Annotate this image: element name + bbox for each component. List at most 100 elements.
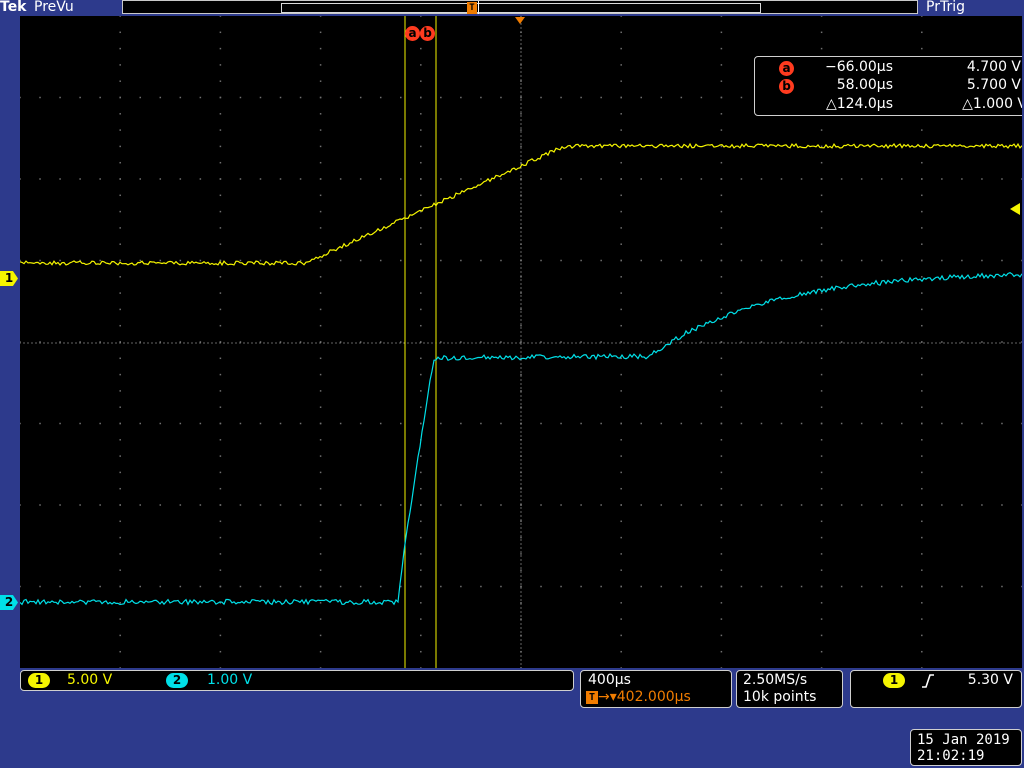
graticule-dot: [580, 260, 582, 262]
graticule-dot: [981, 423, 983, 425]
graticule-dot: [520, 603, 521, 604]
graticule-dot: [599, 342, 600, 343]
graticule-dot: [520, 395, 521, 396]
graticule-dot: [520, 113, 522, 115]
graticule-dot: [791, 342, 792, 343]
graticule-dot: [160, 423, 162, 425]
graticule-dot: [520, 43, 521, 44]
graticule-dot: [661, 260, 663, 262]
graticule-dot: [280, 97, 282, 99]
trigger-level-marker[interactable]: [1010, 203, 1020, 215]
graticule-dot: [307, 342, 308, 343]
graticule-dot: [400, 423, 402, 425]
trigger-panel[interactable]: 1 5.30 V: [850, 670, 1022, 708]
graticule-dot: [600, 586, 602, 588]
graticule-dot: [119, 472, 121, 474]
graticule-dot: [520, 571, 521, 572]
graticule-dot: [895, 342, 896, 343]
graticule-dot: [639, 342, 640, 343]
graticule-dot: [39, 586, 41, 588]
graticule-dot: [821, 260, 823, 262]
graticule-dot: [220, 569, 222, 571]
graticule-dot: [1021, 260, 1022, 262]
graticule-dot: [520, 247, 521, 248]
graticule-dot: [520, 619, 521, 620]
graticule-dot: [200, 423, 202, 425]
graticule-dot: [520, 403, 521, 404]
graticule-dot: [420, 195, 422, 197]
graticule-dot: [821, 162, 823, 164]
graticule-dot: [1021, 586, 1022, 588]
graticule-dot: [239, 342, 240, 343]
graticule-dot: [331, 342, 332, 343]
graticule-dot: [520, 483, 521, 484]
trigger-source-badge[interactable]: 1: [883, 673, 905, 688]
graticule-dot: [520, 579, 521, 580]
graticule-dot: [520, 151, 521, 152]
graticule-dot: [119, 455, 121, 457]
graticule-dot: [520, 599, 521, 600]
ch1-ground-marker[interactable]: 1: [0, 271, 18, 286]
graticule-dot: [59, 504, 61, 506]
graticule-dot: [540, 504, 542, 506]
date-time-panel: 15 Jan 2019 21:02:19: [910, 729, 1022, 766]
graticule-dot: [721, 97, 723, 99]
graticule-dot: [320, 325, 322, 327]
graticule-dot: [391, 342, 392, 343]
graticule-dot: [647, 342, 648, 343]
ch1-badge[interactable]: 1: [28, 673, 50, 688]
graticule-dot: [520, 231, 521, 232]
graticule-dot: [220, 553, 222, 555]
acquisition-panel[interactable]: 2.50MS/s 10k points: [736, 670, 843, 708]
graticule-dot: [260, 423, 262, 425]
graticule-dot: [511, 342, 512, 343]
cursor-b-tag[interactable]: b: [420, 26, 435, 41]
record-view-bar[interactable]: T: [122, 0, 918, 14]
waveform-display[interactable]: a −66.00µs 4.700 V b 58.00µs 5.700 V △12…: [20, 16, 1022, 668]
graticule-dot: [620, 423, 622, 425]
graticule-dot: [420, 358, 422, 360]
ch2-badge[interactable]: 2: [166, 673, 188, 688]
channel-scale-panel[interactable]: 1 5.00 V 2 1.00 V: [20, 670, 574, 691]
graticule-dot: [600, 341, 602, 343]
ch2-ground-marker[interactable]: 2: [0, 595, 18, 610]
graticule-dot: [51, 342, 52, 343]
graticule-dot: [600, 260, 602, 262]
record-view-window[interactable]: [281, 3, 761, 13]
graticule-dot: [420, 162, 422, 164]
cursor-readout-panel[interactable]: a −66.00µs 4.700 V b 58.00µs 5.700 V △12…: [754, 56, 1022, 116]
graticule-dot: [347, 342, 348, 343]
graticule-dot: [451, 342, 452, 343]
graticule-dot: [83, 342, 84, 343]
graticule-dot: [460, 423, 462, 425]
trigger-position-marker[interactable]: [515, 17, 525, 24]
graticule-dot: [99, 423, 101, 425]
timebase-panel[interactable]: 400µs T →▾402.000µs: [580, 670, 732, 708]
graticule-dot: [107, 342, 108, 343]
graticule-dot: [623, 342, 624, 343]
graticule-dot: [863, 342, 864, 343]
graticule-dot: [881, 341, 883, 343]
graticule-dot: [440, 423, 442, 425]
trigger-state-label: PrTrig: [926, 0, 965, 15]
graticule-dot: [220, 178, 222, 180]
graticule-dot: [255, 342, 256, 343]
graticule-dot: [520, 159, 521, 160]
graticule-dot: [320, 390, 322, 392]
graticule-dot: [420, 325, 422, 327]
graticule-dot: [320, 48, 322, 50]
graticule-dot: [420, 129, 422, 131]
graticule-dot: [520, 467, 521, 468]
cursor-a-tag[interactable]: a: [405, 26, 420, 41]
graticule-dot: [520, 146, 522, 148]
graticule-dot: [921, 276, 923, 278]
graticule-dot: [821, 16, 823, 17]
graticule-dot: [167, 342, 168, 343]
record-trigger-marker: T: [467, 2, 477, 14]
graticule-dot: [961, 586, 963, 588]
cursor-b-value: 5.700 V: [967, 77, 1021, 93]
graticule-dot: [200, 260, 202, 262]
graticule-dot: [180, 178, 182, 180]
graticule-dot: [941, 341, 943, 343]
cursor-ab-label[interactable]: ab: [405, 22, 435, 38]
